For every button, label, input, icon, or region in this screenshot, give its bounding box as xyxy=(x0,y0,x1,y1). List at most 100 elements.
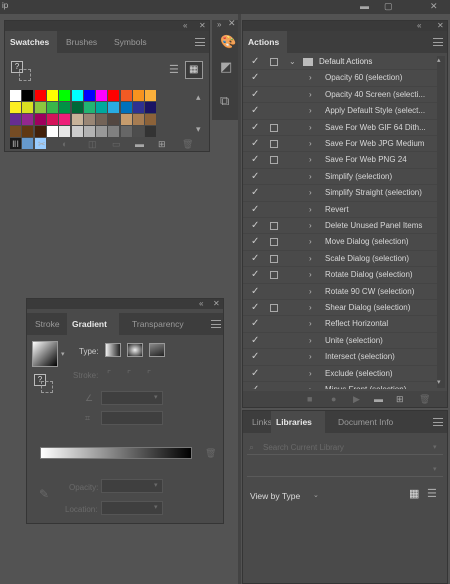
gradient-slider[interactable] xyxy=(40,447,192,459)
action-row[interactable]: ✓ › Rotate 90 CW (selection) xyxy=(243,284,437,300)
color-swatch[interactable] xyxy=(10,90,21,101)
color-swatch[interactable] xyxy=(46,90,58,101)
tab-document-info[interactable]: Document Info xyxy=(333,411,398,433)
actions-scrollbar[interactable]: ▴ ▾ xyxy=(437,56,445,388)
check-icon[interactable]: ✓ xyxy=(251,169,259,185)
expand-arrow-icon[interactable]: › xyxy=(309,169,312,185)
tab-transparency[interactable]: Transparency xyxy=(127,313,189,335)
check-icon[interactable]: ✓ xyxy=(251,267,259,283)
color-swatch[interactable] xyxy=(145,126,157,137)
delete-stop-icon[interactable]: 🗑 xyxy=(205,448,216,458)
color-swatch[interactable] xyxy=(120,114,132,125)
color-swatch[interactable] xyxy=(96,102,108,113)
action-row[interactable]: ✓ › Save For Web GIF 64 Dith... xyxy=(243,120,437,136)
action-row[interactable]: ✓ › Simplify Straight (selection) xyxy=(243,185,437,202)
tab-gradient[interactable]: Gradient xyxy=(67,313,119,335)
actions-collapse-icon[interactable]: « xyxy=(417,21,421,31)
action-row[interactable]: ✓ › Save For Web JPG Medium xyxy=(243,136,437,153)
dialog-toggle-icon[interactable] xyxy=(270,123,278,132)
expand-arrow-icon[interactable]: › xyxy=(309,300,312,316)
close-panel-icon[interactable]: ✕ xyxy=(199,21,206,31)
check-icon[interactable]: ✓ xyxy=(251,202,259,218)
actions-scroll-up-icon[interactable]: ▴ xyxy=(437,56,441,66)
check-icon[interactable]: ✓ xyxy=(251,120,259,136)
close-window-icon[interactable]: ✕ xyxy=(430,1,438,11)
color-swatch[interactable] xyxy=(34,126,46,137)
stop-icon[interactable]: ■ xyxy=(307,394,312,404)
actions-menu-icon[interactable] xyxy=(433,38,443,46)
tab-symbols[interactable]: Symbols xyxy=(109,31,152,53)
actions-close-icon[interactable]: ✕ xyxy=(437,21,444,31)
color-swatch[interactable] xyxy=(145,102,157,113)
stroke-along-icon[interactable]: ⌜ xyxy=(127,369,131,379)
expand-arrow-icon[interactable]: › xyxy=(309,382,312,389)
dock-close-icon[interactable]: ✕ xyxy=(228,18,236,28)
play-icon[interactable]: ▶ xyxy=(353,394,360,404)
expand-arrow-icon[interactable]: › xyxy=(309,349,312,365)
color-swatch[interactable] xyxy=(96,114,108,125)
action-row[interactable]: ✓ › Reflect Horizontal xyxy=(243,316,437,333)
color-swatch[interactable] xyxy=(145,114,157,125)
tab-stroke[interactable]: Stroke xyxy=(30,313,65,335)
dialog-toggle-icon[interactable] xyxy=(270,254,278,263)
gradient-preview-swatch[interactable] xyxy=(32,341,58,367)
angle-dropdown-icon[interactable]: ▾ xyxy=(154,393,158,403)
eyedropper-icon[interactable]: ✎ xyxy=(39,488,49,500)
check-icon[interactable]: ✓ xyxy=(251,251,259,267)
color-swatch[interactable] xyxy=(133,90,144,101)
expand-arrow-icon[interactable]: › xyxy=(309,267,312,283)
minimize-icon[interactable]: ▬ xyxy=(360,1,369,11)
color-swatch[interactable] xyxy=(71,126,83,137)
color-swatch[interactable] xyxy=(108,90,120,101)
collapse-icon[interactable]: « xyxy=(183,21,187,31)
new-action-icon[interactable]: ⊞ xyxy=(396,394,404,404)
action-row[interactable]: ✓ › Minus Front (selection) xyxy=(243,382,437,389)
expand-arrow-icon[interactable]: › xyxy=(309,87,312,103)
transform-dock-icon[interactable]: ⧉ xyxy=(220,94,229,107)
new-set-icon[interactable]: ▬ xyxy=(374,394,383,404)
color-swatch[interactable] xyxy=(34,90,46,101)
opacity-dropdown-icon[interactable]: ▾ xyxy=(154,481,158,491)
expand-arrow-icon[interactable]: › xyxy=(309,284,312,300)
check-icon[interactable]: ✓ xyxy=(251,284,259,300)
list-view-icon[interactable]: ☰ xyxy=(169,65,179,76)
expand-chevron-icon[interactable]: ⌄ xyxy=(289,54,296,70)
angle-field[interactable]: ▾ xyxy=(101,391,163,405)
gradient-stroke-indicator-icon[interactable] xyxy=(41,381,53,393)
swatch-kind-icon[interactable]: ✂ xyxy=(38,139,46,149)
color-swatch[interactable] xyxy=(46,114,58,125)
gradient-dropdown-icon[interactable]: ▾ xyxy=(61,350,65,360)
action-row[interactable]: ✓ › Shear Dialog (selection) xyxy=(243,300,437,317)
grid-view-icon[interactable]: ▦ xyxy=(409,489,419,500)
expand-arrow-icon[interactable]: › xyxy=(309,333,312,349)
check-icon[interactable]: ✓ xyxy=(251,300,259,316)
grid-view-button[interactable]: ▦ xyxy=(185,61,203,79)
stroke-indicator-icon[interactable] xyxy=(19,69,31,81)
expand-arrow-icon[interactable]: › xyxy=(309,316,312,332)
color-swatch[interactable] xyxy=(34,102,46,113)
view-by-dropdown-icon[interactable]: ⌄ xyxy=(313,491,319,501)
color-swatch[interactable] xyxy=(22,114,34,125)
color-swatch[interactable] xyxy=(83,114,95,125)
location-dropdown-icon[interactable]: ▾ xyxy=(154,503,158,513)
check-icon[interactable]: ✓ xyxy=(251,152,259,168)
color-swatch[interactable] xyxy=(59,114,71,125)
list-view-icon[interactable]: ☰ xyxy=(427,489,437,500)
action-row[interactable]: ✓ › Move Dialog (selection) xyxy=(243,234,437,251)
dialog-toggle-icon[interactable] xyxy=(270,303,278,312)
color-swatch[interactable] xyxy=(120,126,132,137)
dialog-toggle-icon[interactable] xyxy=(270,156,278,165)
dialog-toggle-icon[interactable] xyxy=(270,58,278,66)
check-icon[interactable]: ✓ xyxy=(251,70,259,86)
check-icon[interactable]: ✓ xyxy=(251,103,259,119)
color-swatch[interactable] xyxy=(145,90,157,101)
dialog-toggle-icon[interactable] xyxy=(270,221,278,230)
actions-scroll-down-icon[interactable]: ▾ xyxy=(437,378,441,388)
check-icon[interactable]: ✓ xyxy=(251,87,259,103)
gradient-collapse-icon[interactable]: « xyxy=(199,299,203,309)
expand-arrow-icon[interactable]: › xyxy=(309,234,312,250)
gradient-dock-icon[interactable]: ◩ xyxy=(220,60,232,73)
stroke-across-icon[interactable]: ⌜ xyxy=(147,369,151,379)
color-swatch[interactable] xyxy=(133,126,144,137)
delete-action-icon[interactable]: 🗑 xyxy=(419,394,430,404)
